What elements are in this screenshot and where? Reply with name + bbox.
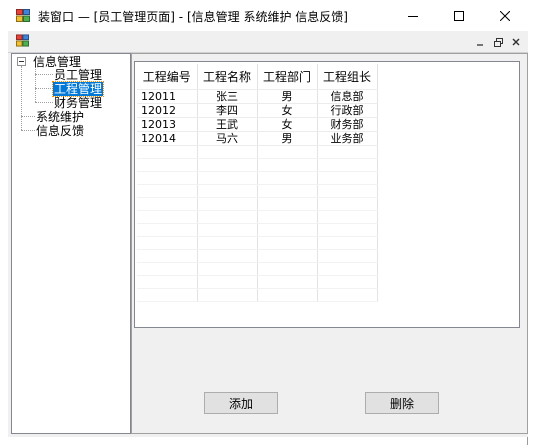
content-panel: 工程编号 工程名称 工程部门 工程组长 12011 张三 男 信息部 12012… bbox=[131, 53, 528, 434]
tree-node-label: 工程管理 bbox=[51, 81, 105, 97]
empty-row bbox=[137, 171, 378, 185]
tree-node-info-management[interactable]: 信息管理 bbox=[32, 55, 82, 69]
empty-row bbox=[137, 275, 378, 289]
empty-row bbox=[137, 158, 378, 172]
empty-row bbox=[137, 223, 378, 237]
child-window-icon[interactable] bbox=[16, 34, 29, 47]
restore-icon bbox=[493, 37, 503, 47]
delete-button[interactable]: 删除 bbox=[365, 392, 439, 414]
empty-row bbox=[137, 249, 378, 263]
table-cell[interactable]: 男 bbox=[257, 89, 318, 104]
empty-row bbox=[137, 210, 378, 224]
table-cell[interactable]: 李四 bbox=[197, 103, 258, 118]
main-window: 装窗口 — [员工管理页面] - [信息管理 系统维护 信息反馈] 信息管理 员… bbox=[0, 0, 528, 445]
navigation-tree[interactable]: 信息管理 员工管理 工程管理 财务管理 系统维护 信息反馈 bbox=[11, 53, 131, 434]
tree-connector bbox=[21, 130, 35, 131]
title-bar[interactable]: 装窗口 — [员工管理页面] - [信息管理 系统维护 信息反馈] bbox=[0, 0, 528, 31]
maximize-icon bbox=[454, 10, 464, 21]
table-cell[interactable]: 12012 bbox=[137, 103, 198, 118]
empty-row bbox=[137, 145, 378, 159]
column-header[interactable]: 工程编号 bbox=[137, 64, 198, 90]
tree-node-project-management[interactable]: 工程管理 bbox=[51, 81, 105, 97]
maximize-button[interactable] bbox=[436, 0, 482, 31]
table-row[interactable]: 12013 王武 女 财务部 bbox=[137, 117, 378, 132]
close-button[interactable] bbox=[482, 0, 528, 31]
table-cell[interactable]: 张三 bbox=[197, 89, 258, 104]
add-button[interactable]: 添加 bbox=[204, 392, 278, 414]
table-cell[interactable]: 男 bbox=[257, 131, 318, 146]
table-cell[interactable]: 女 bbox=[257, 117, 318, 132]
mdi-close-button[interactable] bbox=[510, 36, 522, 48]
empty-row bbox=[137, 288, 378, 302]
tree-node-label: 财务管理 bbox=[54, 96, 103, 110]
mdi-restore-button[interactable] bbox=[492, 36, 504, 48]
table-row[interactable]: 12011 张三 男 信息部 bbox=[137, 89, 378, 104]
minimize-button[interactable] bbox=[390, 0, 436, 31]
mdi-child-client: 信息管理 员工管理 工程管理 财务管理 系统维护 信息反馈 工程编号 工程名称 … bbox=[8, 53, 528, 437]
empty-row bbox=[137, 262, 378, 276]
tree-node-label: 信息反馈 bbox=[36, 124, 85, 138]
table-row[interactable]: 12014 马六 男 业务部 bbox=[137, 131, 378, 146]
tree-node-finance-management[interactable]: 财务管理 bbox=[53, 96, 103, 110]
app-icon bbox=[16, 9, 30, 22]
mdi-child-menu-strip bbox=[8, 31, 528, 53]
column-header[interactable]: 工程名称 bbox=[197, 64, 258, 90]
column-header[interactable]: 工程部门 bbox=[257, 64, 318, 90]
table-cell[interactable]: 业务部 bbox=[317, 131, 378, 146]
minimize-icon bbox=[408, 15, 418, 17]
tree-node-label: 系统维护 bbox=[36, 110, 85, 124]
close-icon bbox=[512, 38, 520, 46]
table-cell[interactable]: 12011 bbox=[137, 89, 198, 104]
collapse-icon[interactable] bbox=[17, 57, 26, 66]
tree-connector bbox=[21, 66, 22, 130]
tree-connector bbox=[35, 88, 53, 89]
grid-table: 工程编号 工程名称 工程部门 工程组长 12011 张三 男 信息部 12012… bbox=[137, 64, 378, 302]
tree-connector bbox=[35, 74, 53, 75]
tree-node-system-maintenance[interactable]: 系统维护 bbox=[35, 110, 85, 124]
table-cell[interactable]: 王武 bbox=[197, 117, 258, 132]
empty-row bbox=[137, 184, 378, 198]
window-title: 装窗口 — [员工管理页面] - [信息管理 系统维护 信息反馈] bbox=[38, 10, 348, 24]
project-data-grid[interactable]: 工程编号 工程名称 工程部门 工程组长 12011 张三 男 信息部 12012… bbox=[134, 61, 520, 328]
tree-node-label: 员工管理 bbox=[54, 68, 103, 82]
mdi-minimize-button[interactable] bbox=[474, 36, 486, 48]
table-row[interactable]: 12012 李四 女 行政部 bbox=[137, 103, 378, 118]
tree-node-employee-management[interactable]: 员工管理 bbox=[53, 68, 103, 82]
minimize-icon bbox=[477, 44, 483, 46]
table-cell[interactable]: 财务部 bbox=[317, 117, 378, 132]
grid-header-row: 工程编号 工程名称 工程部门 工程组长 bbox=[137, 64, 378, 90]
empty-row bbox=[137, 197, 378, 211]
tree-connector bbox=[35, 66, 36, 102]
table-cell[interactable]: 12013 bbox=[137, 117, 198, 132]
table-cell[interactable]: 女 bbox=[257, 103, 318, 118]
close-icon bbox=[500, 10, 510, 21]
table-cell[interactable]: 马六 bbox=[197, 131, 258, 146]
empty-row bbox=[137, 236, 378, 250]
table-cell[interactable]: 12014 bbox=[137, 131, 198, 146]
tree-connector bbox=[21, 116, 35, 117]
column-header[interactable]: 工程组长 bbox=[317, 64, 378, 90]
tree-connector bbox=[35, 102, 53, 103]
table-cell[interactable]: 行政部 bbox=[317, 103, 378, 118]
tree-node-info-feedback[interactable]: 信息反馈 bbox=[35, 124, 85, 138]
table-cell[interactable]: 信息部 bbox=[317, 89, 378, 104]
tree-node-label: 信息管理 bbox=[33, 55, 82, 69]
